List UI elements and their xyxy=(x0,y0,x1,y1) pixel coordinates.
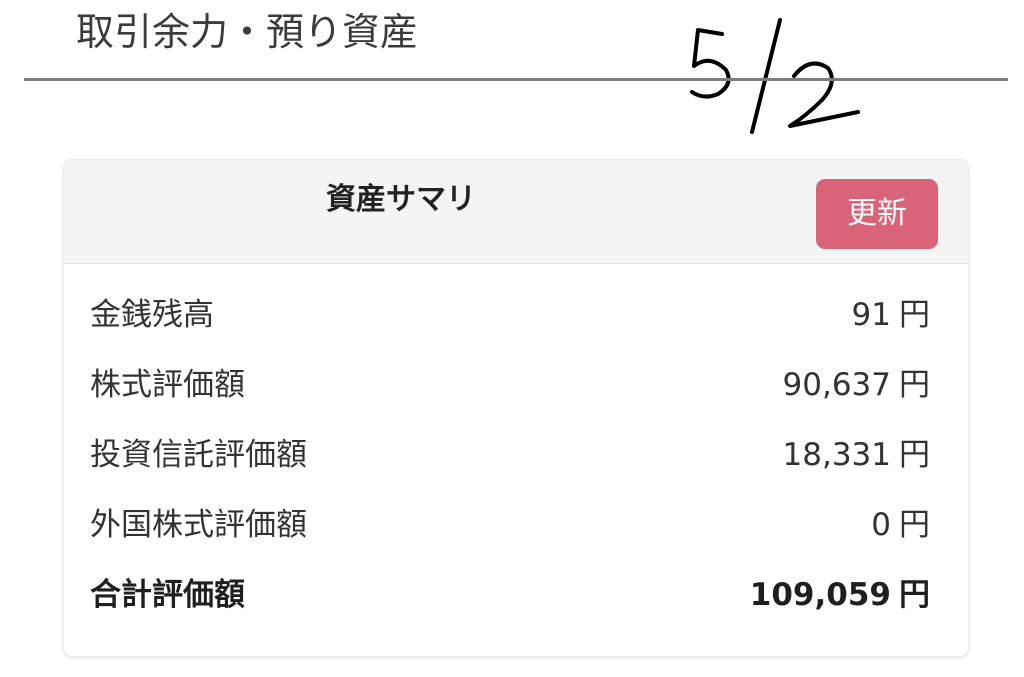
row-stock-valuation: 株式評価額 90,637 円 xyxy=(90,353,930,423)
asset-summary-card: 資産サマリ 更新 金銭残高 91 円 株式評価額 90,637 円 投資信託評価額 … xyxy=(64,160,968,656)
page-title: 取引余力・預り資産 xyxy=(76,10,419,54)
row-cash-balance: 金銭残高 91 円 xyxy=(90,283,930,353)
refresh-button[interactable]: 更新 xyxy=(816,179,938,249)
title-divider xyxy=(24,78,1008,81)
unit-label: 円 xyxy=(899,507,930,543)
summary-rows: 金銭残高 91 円 株式評価額 90,637 円 投資信託評価額 18,331 円 外… xyxy=(90,283,930,633)
card-header: 資産サマリ 更新 xyxy=(64,160,968,264)
row-value: 90,637 円 xyxy=(783,363,930,407)
amount: 91 xyxy=(851,297,891,333)
row-foreign-stock-valuation: 外国株式評価額 0円 xyxy=(90,493,930,563)
row-label: 合計評価額 xyxy=(90,577,245,613)
row-label: 投資信託評価額 xyxy=(90,437,307,473)
row-fund-valuation: 投資信託評価額 18,331 円 xyxy=(90,423,930,493)
unit-label: 円 xyxy=(899,297,930,333)
amount: 18,331 xyxy=(782,437,891,473)
row-label: 外国株式評価額 xyxy=(90,507,307,543)
row-value: 91 円 xyxy=(852,293,930,337)
amount: 90,637 xyxy=(782,367,891,403)
row-value: 0円 xyxy=(871,503,930,547)
unit-label: 円 xyxy=(899,437,930,473)
card-title: 資産サマリ xyxy=(326,182,476,217)
row-label: 金銭残高 xyxy=(90,297,214,333)
amount: 0 xyxy=(871,507,891,543)
unit-label: 円 xyxy=(899,577,930,613)
row-value: 18,331 円 xyxy=(783,433,930,477)
handwritten-date-note xyxy=(690,18,860,134)
amount: 109,059 xyxy=(749,577,891,613)
row-total-valuation: 合計評価額 109,059 円 xyxy=(90,563,930,633)
unit-label: 円 xyxy=(899,367,930,403)
row-value: 109,059 円 xyxy=(750,573,930,617)
row-label: 株式評価額 xyxy=(90,367,245,403)
